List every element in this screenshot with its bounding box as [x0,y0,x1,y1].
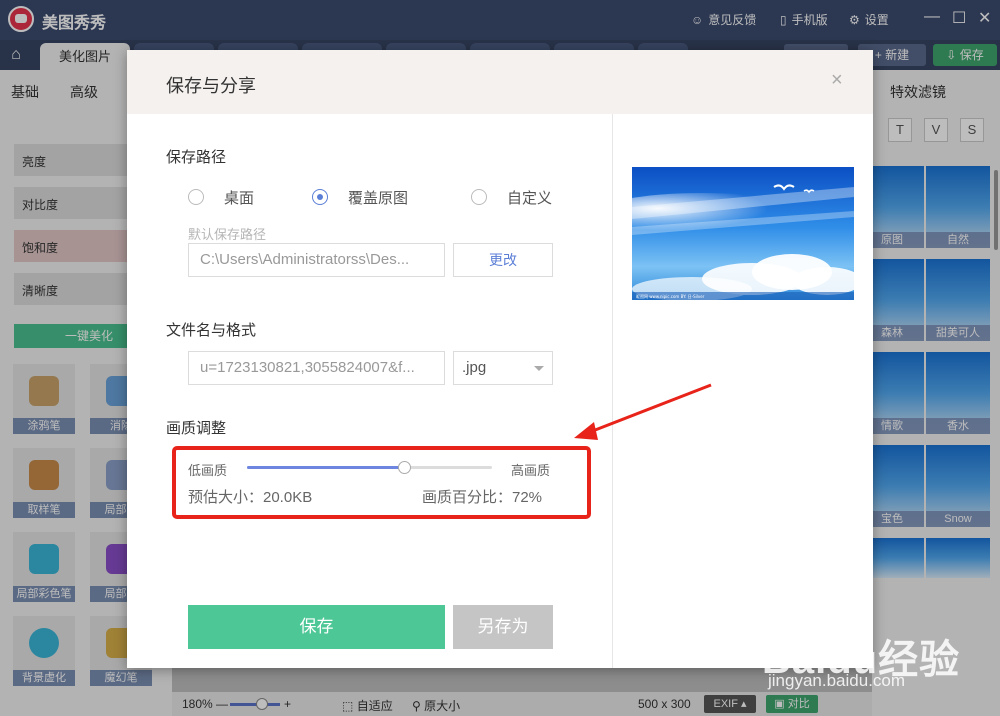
baidu-jingyan-watermark: Baidu经验 jingyan.baidu.com [760,605,980,705]
watermark-url: jingyan.baidu.com [768,671,906,690]
